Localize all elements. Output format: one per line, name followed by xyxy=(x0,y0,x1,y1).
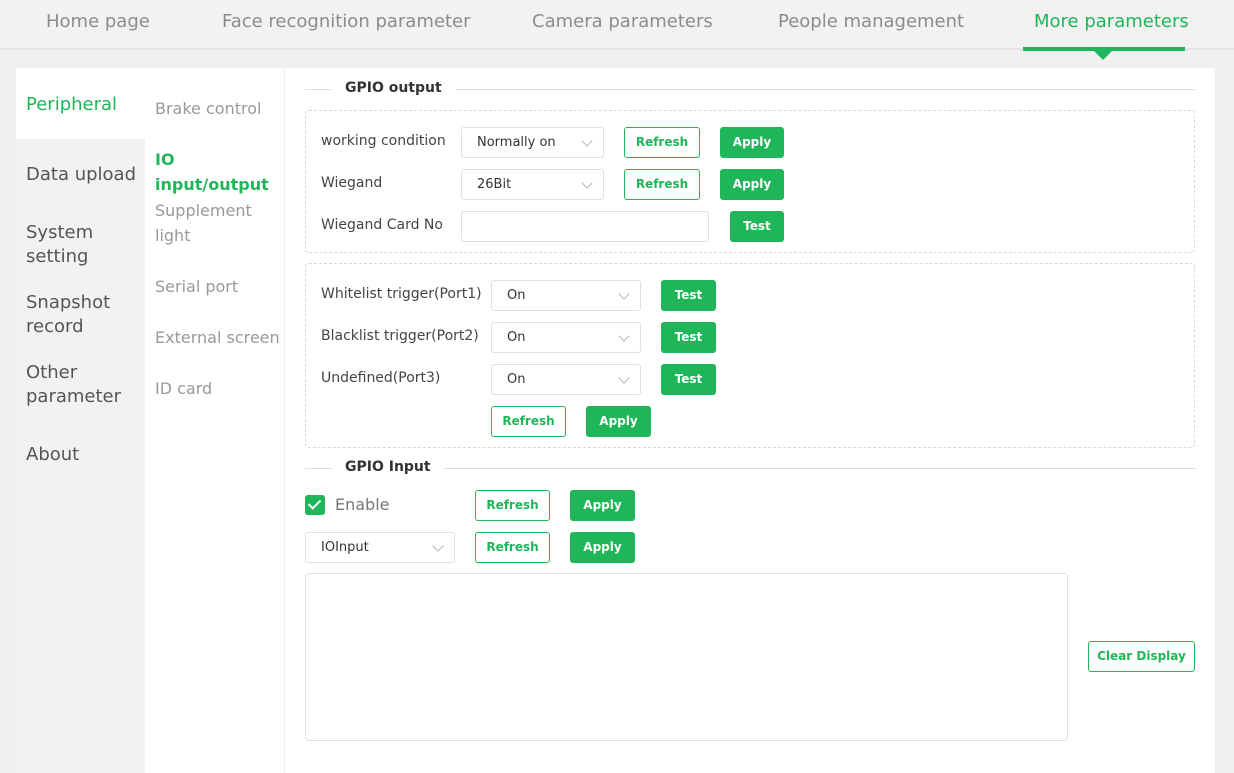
gpio-input-title: GPIO Input xyxy=(331,459,445,475)
side-item-system-setting[interactable]: System setting xyxy=(16,221,145,269)
working-condition-value: Normally on xyxy=(477,135,556,150)
sub-item-serial-port[interactable]: Serial port xyxy=(155,274,283,299)
port2-test-button[interactable]: Test xyxy=(661,322,716,353)
chevron-down-icon xyxy=(581,177,593,189)
enable-label: Enable xyxy=(335,495,390,514)
wiegand-card-test-button[interactable]: Test xyxy=(730,211,784,242)
wiegand-apply-button[interactable]: Apply xyxy=(720,169,784,200)
tab-home-page[interactable]: Home page xyxy=(46,11,150,32)
port2-label: Blacklist trigger(Port2) xyxy=(321,328,479,344)
port3-select[interactable]: On xyxy=(491,364,641,395)
port1-test-button[interactable]: Test xyxy=(661,280,716,311)
gpio-output-title: GPIO output xyxy=(331,80,456,96)
sub-item-supplement-light[interactable]: Supplement light xyxy=(155,198,283,248)
enable-checkbox[interactable] xyxy=(305,495,325,515)
ports-apply-button[interactable]: Apply xyxy=(586,406,651,437)
io-input-refresh-button[interactable]: Refresh xyxy=(475,532,550,563)
tab-more-parameters[interactable]: More parameters xyxy=(1034,11,1189,32)
wiegand-card-no-label: Wiegand Card No xyxy=(321,217,443,233)
wiegand-label: Wiegand xyxy=(321,175,383,191)
active-tab-caret xyxy=(1094,51,1112,60)
wiegand-select[interactable]: 26Bit xyxy=(461,169,604,200)
io-input-value: IOInput xyxy=(321,540,369,555)
wiegand-refresh-button[interactable]: Refresh xyxy=(624,169,700,200)
port3-value: On xyxy=(507,372,526,387)
side-item-peripheral[interactable]: Peripheral xyxy=(16,68,145,139)
check-icon xyxy=(307,496,322,510)
sub-item-io-input-output[interactable]: IO input/output xyxy=(155,147,283,197)
port1-value: On xyxy=(507,288,526,303)
io-input-select[interactable]: IOInput xyxy=(305,532,455,563)
tab-people-management[interactable]: People management xyxy=(778,11,964,32)
sub-item-id-card[interactable]: ID card xyxy=(155,376,283,401)
wiegand-value: 26Bit xyxy=(477,177,512,192)
chevron-down-icon xyxy=(618,372,630,384)
port1-select[interactable]: On xyxy=(491,280,641,311)
sub-item-brake-control[interactable]: Brake control xyxy=(155,96,283,121)
side-item-snapshot-record[interactable]: Snapshot record xyxy=(16,291,145,339)
io-input-apply-button[interactable]: Apply xyxy=(570,532,635,563)
side-item-other-parameter[interactable]: Other parameter xyxy=(16,361,145,409)
side-item-data-upload[interactable]: Data upload xyxy=(16,163,145,187)
chevron-down-icon xyxy=(618,288,630,300)
side-menu: Peripheral Data upload System setting Sn… xyxy=(16,68,145,773)
ports-refresh-button[interactable]: Refresh xyxy=(491,406,566,437)
side-item-about[interactable]: About xyxy=(16,443,145,467)
chevron-down-icon xyxy=(432,540,444,552)
sub-item-external-screen[interactable]: External screen xyxy=(155,325,283,350)
clear-display-button[interactable]: Clear Display xyxy=(1088,641,1195,672)
working-condition-label: working condition xyxy=(321,133,446,149)
tab-camera-parameters[interactable]: Camera parameters xyxy=(532,11,713,32)
tab-face-recognition-parameter[interactable]: Face recognition parameter xyxy=(222,11,470,32)
sub-menu: Brake control IO input/output Supplement… xyxy=(145,68,285,773)
wiegand-card-no-input[interactable] xyxy=(461,211,709,242)
port2-value: On xyxy=(507,330,526,345)
port1-label: Whitelist trigger(Port1) xyxy=(321,286,482,302)
enable-refresh-button[interactable]: Refresh xyxy=(475,490,550,521)
top-navigation: Home page Face recognition parameter Cam… xyxy=(0,0,1234,51)
port3-label: Undefined(Port3) xyxy=(321,370,441,386)
port3-test-button[interactable]: Test xyxy=(661,364,716,395)
working-condition-refresh-button[interactable]: Refresh xyxy=(624,127,700,158)
chevron-down-icon xyxy=(618,330,630,342)
chevron-down-icon xyxy=(581,135,593,147)
enable-apply-button[interactable]: Apply xyxy=(570,490,635,521)
working-condition-select[interactable]: Normally on xyxy=(461,127,604,158)
working-condition-apply-button[interactable]: Apply xyxy=(720,127,784,158)
io-log-display[interactable] xyxy=(305,573,1068,741)
port2-select[interactable]: On xyxy=(491,322,641,353)
